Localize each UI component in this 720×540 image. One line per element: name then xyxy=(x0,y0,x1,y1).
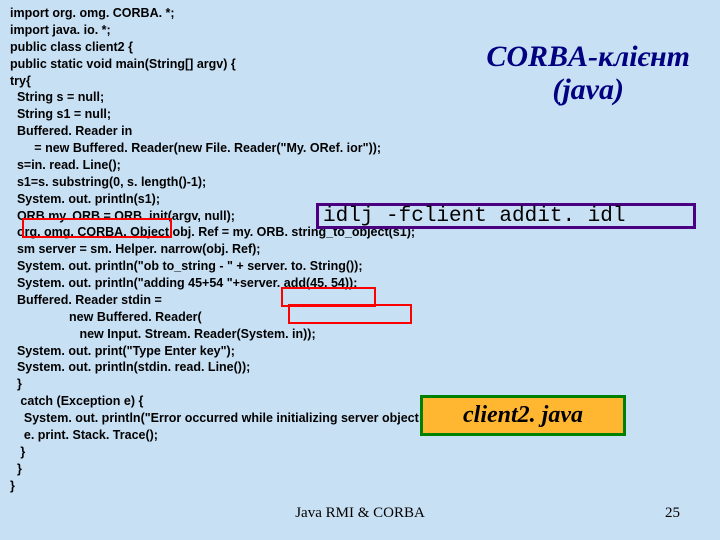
idlj-command-text: idlj -fclient addit. idl xyxy=(323,205,625,228)
title-line2: (java) xyxy=(486,73,690,106)
slide-title: CORBA-клієнт (java) xyxy=(486,40,690,106)
page-number: 25 xyxy=(665,505,680,522)
idlj-command-box: idlj -fclient addit. idl xyxy=(316,203,696,229)
slide-container: import org. omg. CORBA. *; import java. … xyxy=(0,0,720,540)
footer-text: Java RMI & CORBA xyxy=(0,505,720,522)
title-line1: CORBA-клієнт xyxy=(486,40,690,73)
client-file-label: client2. java xyxy=(463,402,583,429)
client-file-box: client2. java xyxy=(420,395,626,436)
